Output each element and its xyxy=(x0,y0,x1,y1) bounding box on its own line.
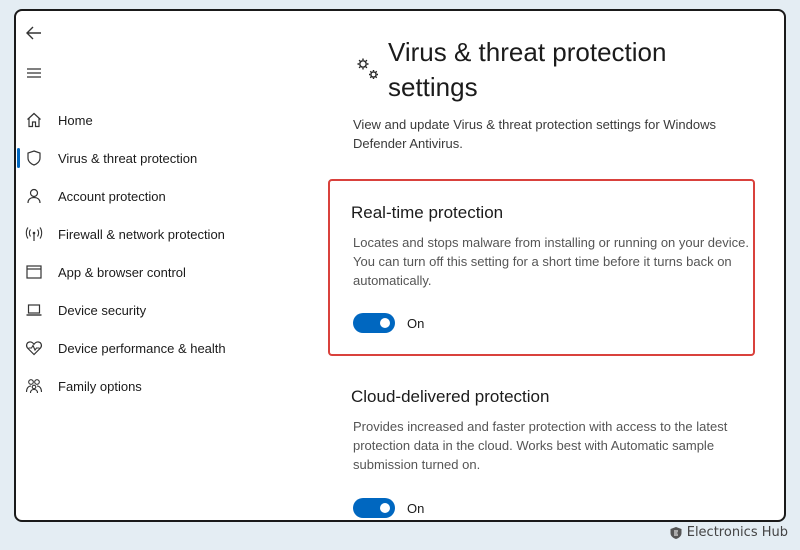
laptop-icon xyxy=(24,300,44,320)
sidebar-item-device-security[interactable]: Device security xyxy=(16,291,316,329)
cloud-delivered-toggle-row: On xyxy=(353,498,424,518)
cloud-delivered-protection-toggle[interactable] xyxy=(353,498,395,518)
sidebar-item-home[interactable]: Home xyxy=(16,101,316,139)
hamburger-icon xyxy=(27,68,41,78)
section-title-cloud-delivered: Cloud-delivered protection xyxy=(351,387,550,406)
sidebar-item-label: App & browser control xyxy=(58,264,186,280)
toggle-state-label: On xyxy=(407,500,425,516)
toggle-state-label: On xyxy=(407,315,425,331)
shield-icon xyxy=(24,148,44,168)
sidebar-nav: Home Virus & threat protection Account p… xyxy=(16,101,316,405)
toggle-knob xyxy=(380,503,390,513)
sidebar-item-label: Home xyxy=(58,112,93,128)
arrow-left-icon xyxy=(26,26,41,40)
section-title-real-time: Real-time protection xyxy=(351,203,504,222)
page-description: View and update Virus & threat protectio… xyxy=(353,117,716,151)
toggle-knob xyxy=(380,318,390,328)
sidebar-item-virus-threat-protection[interactable]: Virus & threat protection xyxy=(16,139,316,177)
family-icon xyxy=(24,376,44,396)
sidebar-item-label: Account protection xyxy=(58,188,166,204)
real-time-toggle-row: On xyxy=(353,313,424,333)
app-window: Home Virus & threat protection Account p… xyxy=(14,9,786,522)
sidebar-item-label: Device security xyxy=(58,302,147,318)
sidebar-item-label: Device performance & health xyxy=(58,340,226,356)
gear-icon xyxy=(357,58,378,79)
sidebar-item-app-browser-control[interactable]: App & browser control xyxy=(16,253,316,291)
sidebar-item-label: Firewall & network protection xyxy=(58,226,225,242)
menu-button[interactable] xyxy=(24,63,44,83)
section-description-cloud-delivered: Provides increased and faster protection… xyxy=(353,419,728,472)
watermark-text: Electronics Hub xyxy=(686,525,788,540)
browser-window-icon xyxy=(24,262,44,282)
person-icon xyxy=(24,186,44,206)
watermark: Electronics Hub xyxy=(669,525,788,540)
electronics-hub-logo-icon xyxy=(670,526,682,539)
home-icon xyxy=(24,110,44,130)
heart-pulse-icon xyxy=(24,338,44,358)
sidebar-item-account-protection[interactable]: Account protection xyxy=(16,177,316,215)
sidebar-item-family-options[interactable]: Family options xyxy=(16,367,316,405)
antenna-icon xyxy=(24,224,44,244)
sidebar-item-device-performance[interactable]: Device performance & health xyxy=(16,329,316,367)
sidebar-item-label: Virus & threat protection xyxy=(58,150,198,166)
sidebar-item-firewall[interactable]: Firewall & network protection xyxy=(16,215,316,253)
real-time-protection-toggle[interactable] xyxy=(353,313,395,333)
section-description-real-time: Locates and stops malware from installin… xyxy=(353,235,749,288)
back-button[interactable] xyxy=(24,23,44,43)
sidebar-item-label: Family options xyxy=(58,378,142,394)
page-title: Virus & threat protection settings xyxy=(388,37,667,102)
